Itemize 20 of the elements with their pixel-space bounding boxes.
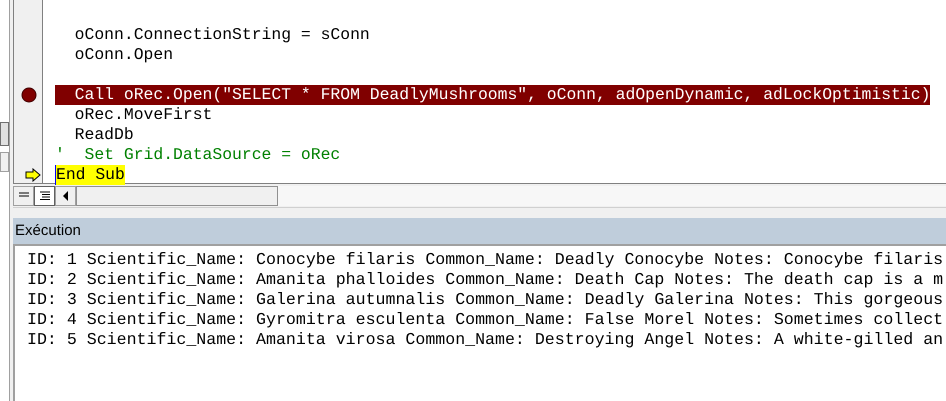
left-arrow-icon <box>62 191 68 201</box>
code-comment: ' Set Grid.DataSource = oRec <box>55 145 340 165</box>
code-line: ReadDb <box>74 125 134 145</box>
breakpoint-icon[interactable] <box>21 87 37 103</box>
scroll-left-button[interactable] <box>55 186 76 206</box>
code-editor[interactable]: oConn.ConnectionString = sConn oConn.Open Call oRec.Open("SELECT * FROM DeadlyMushrooms", oConn, adOpenDynamic, adLockOptimistic) oRec.MoveFirst ReadDb ' Set Grid.DataSource = oRec End Sub <box>13 0 946 184</box>
scrollbar-thumb[interactable] <box>76 186 278 206</box>
panel-title: Exécution <box>15 220 81 241</box>
output-line: ID: 1 Scientific_Name: Conocybe filaris Common_Name: Deadly Conocybe Notes: Conocybe filaris <box>27 250 944 270</box>
code-line: oRec.MoveFirst <box>74 105 212 125</box>
code-line: oConn.Open <box>74 45 174 65</box>
output-line: ID: 3 Scientific_Name: Galerina autumnalis Common_Name: Deadly Galerina Notes: This gorgeous <box>27 290 944 310</box>
module-view-button[interactable] <box>34 186 55 206</box>
immediate-window[interactable] <box>13 244 946 401</box>
list-icon <box>38 191 50 201</box>
code-line: oConn.ConnectionString = sConn <box>74 25 370 45</box>
output-line: ID: 4 Scientific_Name: Gyromitra esculenta Common_Name: False Morel Notes: Sometimes collect <box>27 310 944 330</box>
output-line: ID: 2 Scientific_Name: Amanita phalloides Common_Name: Death Cap Notes: The death cap is a m <box>27 270 944 290</box>
procedure-view-button[interactable] <box>13 186 34 206</box>
output-line: ID: 5 Scientific_Name: Amanita virosa Common_Name: Destroying Angel Notes: A white-gilled an <box>27 330 944 350</box>
